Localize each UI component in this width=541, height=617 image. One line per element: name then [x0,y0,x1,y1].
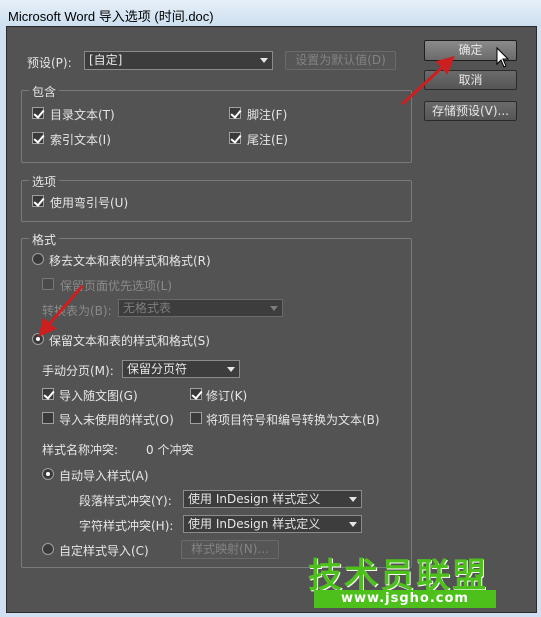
mouse-cursor-icon [496,46,510,68]
watermark: 技术员联盟 www.jsgho.com [308,548,503,608]
watermark-url: www.jsgho.com [314,590,496,608]
arrow-to-ok [400,55,455,106]
arrow-to-preserve [38,285,84,337]
annotation-arrows [38,46,510,337]
